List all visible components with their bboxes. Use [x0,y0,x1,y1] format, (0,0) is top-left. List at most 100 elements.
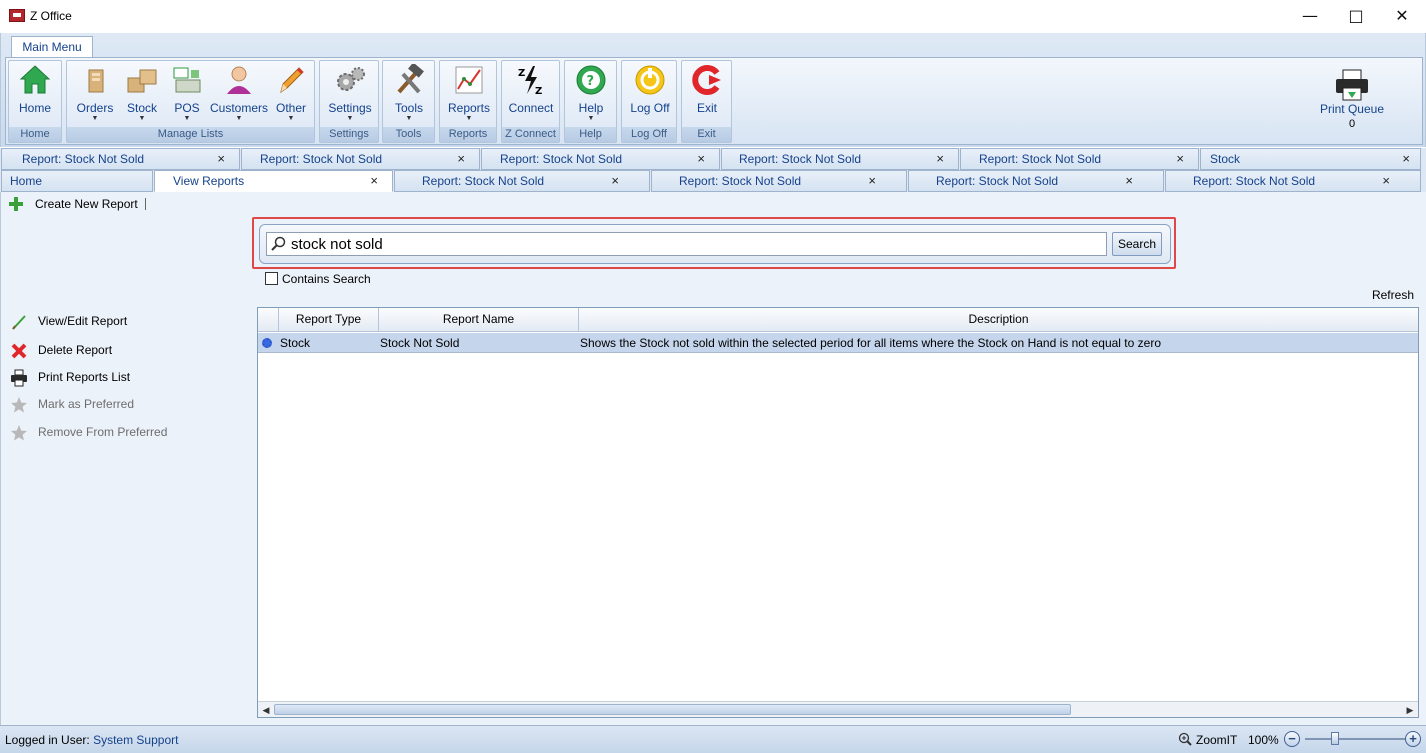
minimize-button[interactable]: — [1287,0,1333,32]
cell-report-type: Stock [280,336,311,350]
zoom-out-button[interactable]: − [1284,731,1300,747]
user-name: System Support [93,733,179,747]
window-title: Z Office [30,9,72,23]
close-icon[interactable]: × [1382,171,1390,191]
doc-tab[interactable]: Stock × [1200,148,1421,170]
close-icon[interactable]: × [1125,171,1133,191]
logoff-icon [634,64,666,96]
group-help: ? Help ▼ Help [564,60,617,143]
doc-tab[interactable]: Report: Stock Not Sold × [721,148,959,170]
doc-tab[interactable]: Report: Stock Not Sold × [241,148,480,170]
home-button[interactable]: Home [11,64,59,126]
close-icon[interactable]: × [697,149,705,169]
help-button[interactable]: ? Help ▼ [567,64,615,126]
customers-button[interactable]: Customers ▼ [209,64,269,126]
zoom-label: ZoomIT [1196,733,1238,747]
maximize-button[interactable]: □ [1333,0,1379,32]
house-icon [19,64,51,96]
tab-main-menu[interactable]: Main Menu [11,36,93,58]
refresh-link[interactable]: Refresh [1372,288,1414,302]
close-icon[interactable]: × [1176,149,1184,169]
close-icon[interactable]: × [457,149,465,169]
print-queue-button[interactable]: Print Queue 0 [1312,68,1392,130]
zoom-slider-track[interactable] [1305,738,1405,740]
scroll-right-icon[interactable]: ▶ [1403,703,1417,717]
plus-icon [9,197,23,211]
magnifier-icon [1178,732,1192,746]
chevron-down-icon: ▼ [138,115,146,122]
doc-tab[interactable]: Report: Stock Not Sold × [960,148,1199,170]
group-label-log-off: Log Off [622,127,676,142]
search-input[interactable] [266,232,1107,256]
group-exit: Exit Exit [681,60,732,143]
status-bar: Logged in User: System Support ZoomIT 10… [0,725,1426,753]
reports-grid: Report Type Report Name Description Stoc… [257,307,1419,718]
red-x-icon [10,342,28,360]
close-icon[interactable]: × [611,171,619,191]
column-header-report-type[interactable]: Report Type [279,308,379,331]
group-z-connect: ZZ Connect Z Connect [501,60,560,143]
close-icon[interactable]: × [868,171,876,191]
toolbar-separator [144,198,146,210]
scrollbar-thumb[interactable] [274,704,1071,715]
group-tools: Tools ▼ Tools [382,60,435,143]
tab-home[interactable]: Home [1,170,153,192]
doc-tab[interactable]: Report: Stock Not Sold × [394,170,650,192]
doc-tab[interactable]: Report: Stock Not Sold × [481,148,720,170]
search-button[interactable]: Search [1112,232,1162,256]
group-label-manage-lists: Manage Lists [67,127,314,142]
group-label-tools: Tools [383,127,434,142]
star-icon [10,424,28,442]
zoom-control: ZoomIT 100% − + [1176,731,1426,749]
doc-tab[interactable]: Report: Stock Not Sold × [908,170,1164,192]
grid-header: Report Type Report Name Description [258,308,1418,332]
chart-icon [453,64,485,96]
doc-tab[interactable]: Report: Stock Not Sold × [651,170,907,192]
scroll-left-icon[interactable]: ◀ [259,703,273,717]
contains-search-option[interactable]: Contains Search [265,272,371,286]
close-icon[interactable]: × [370,171,378,191]
column-header-report-name[interactable]: Report Name [379,308,579,331]
group-label-exit: Exit [682,127,731,142]
exit-icon [691,64,723,96]
exit-button[interactable]: Exit [684,64,730,126]
table-row[interactable]: Stock Stock Not Sold Shows the Stock not… [258,333,1418,353]
pos-button[interactable]: POS ▼ [165,64,209,126]
document-tabs-row-2: Home View Reports × Report: Stock Not So… [0,170,1426,192]
chevron-down-icon: ▼ [287,115,295,122]
column-header-description[interactable]: Description [579,308,1418,331]
doc-tab[interactable]: Report: Stock Not Sold × [1,148,240,170]
orders-button[interactable]: Orders ▼ [71,64,119,126]
printer-icon [1334,68,1370,102]
zoom-in-button[interactable]: + [1405,731,1421,747]
cell-report-name: Stock Not Sold [380,336,460,350]
grid-indicator-header [258,308,279,331]
document-tabs-row-1: Report: Stock Not Sold × Report: Stock N… [0,148,1426,170]
reports-button[interactable]: Reports ▼ [443,64,495,126]
group-label-z-connect: Z Connect [502,127,559,142]
close-icon[interactable]: × [217,149,225,169]
tab-view-reports[interactable]: View Reports × [154,170,393,192]
create-new-report-button[interactable]: Create New Report [9,197,146,211]
other-button[interactable]: Other ▼ [269,64,313,126]
group-reports: Reports ▼ Reports [439,60,497,143]
log-off-button[interactable]: Log Off [624,64,676,126]
star-icon [10,396,28,414]
group-label-home: Home [9,127,61,142]
stock-button[interactable]: Stock ▼ [119,64,165,126]
horizontal-scrollbar[interactable]: ◀ ▶ [258,701,1418,717]
printer-icon [10,369,28,387]
zoom-slider-knob[interactable] [1331,732,1339,745]
settings-button[interactable]: Settings ▼ [324,64,376,126]
contains-search-checkbox[interactable] [265,272,278,285]
close-button[interactable]: ✕ [1379,0,1425,32]
row-indicator-icon [262,338,272,348]
chevron-down-icon: ▼ [183,115,191,122]
close-icon[interactable]: × [936,149,944,169]
close-icon[interactable]: × [1402,149,1410,169]
ribbon-body: Home Home Orders ▼ Stock ▼ POS ▼ Custome… [5,57,1423,145]
orders-icon [79,64,111,96]
tools-button[interactable]: Tools ▼ [385,62,433,126]
connect-button[interactable]: ZZ Connect [505,64,557,126]
doc-tab[interactable]: Report: Stock Not Sold × [1165,170,1421,192]
